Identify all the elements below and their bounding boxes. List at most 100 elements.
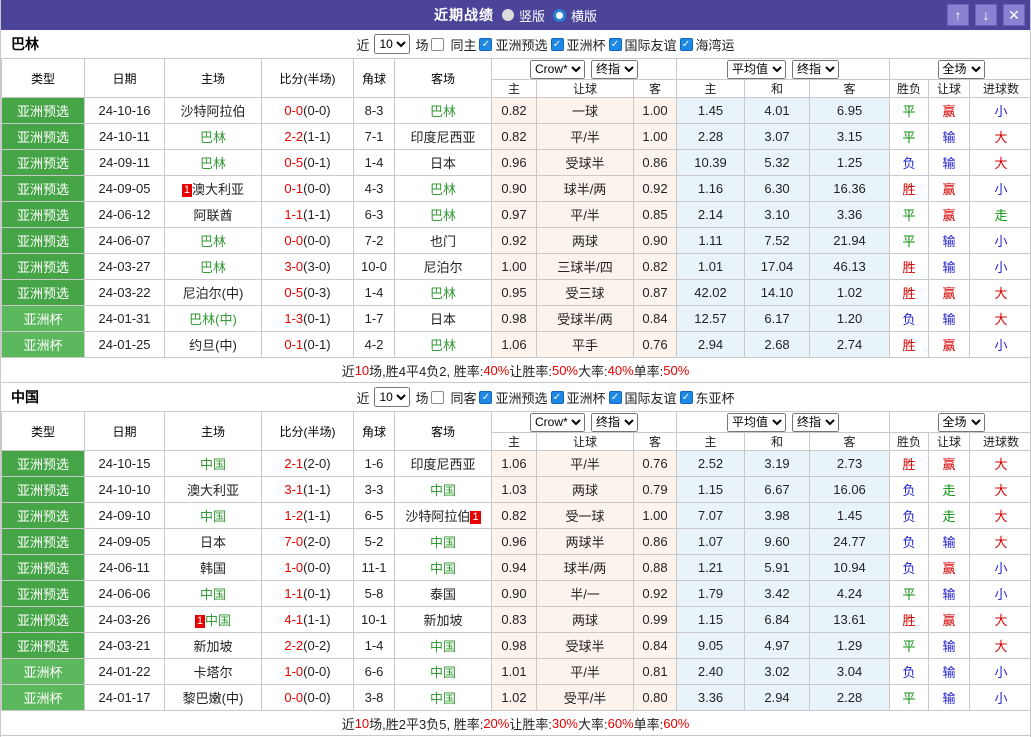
match-row: 亚洲预选 24-09-11 巴林 0-5(0-1) 1-4 日本 0.96 受球半 0.86 10… (1, 149, 1030, 176)
handicap-line-cell: 一球 (536, 97, 634, 124)
handicap-result-cell: 输 (928, 684, 971, 711)
score-cell: 2-2(1-1) (261, 123, 354, 150)
league-checkbox[interactable]: ✓ (608, 37, 622, 51)
match-row: 亚洲杯 24-01-22 卡塔尔 1-0(0-0) 6-6 中国 1.01 平/半 0.81 2.… (1, 658, 1030, 685)
away-team-name: 巴林 (429, 208, 456, 223)
avg-dropdown-group: 平均值 终指 (676, 411, 891, 433)
league-checkbox[interactable]: ✓ (679, 37, 693, 51)
avg-stage-select[interactable]: 终指 (792, 59, 840, 79)
odds-home-cell: 0.90 (491, 175, 537, 202)
avg-draw-cell: 7.52 (744, 227, 811, 254)
fulltime-score: 1-0 (284, 560, 304, 575)
halftime-score: (0-0) (303, 103, 331, 118)
move-down-button[interactable]: ↓ (975, 4, 997, 26)
home-team-cell: 尼泊尔(中) (164, 279, 262, 306)
vertical-layout-radio[interactable] (501, 9, 514, 21)
avg-stage-select[interactable]: 终指 (792, 412, 840, 432)
sub-column-header: 主 (676, 432, 746, 451)
score-cell: 1-1(1-1) (261, 201, 354, 228)
same-venue-checkbox[interactable] (431, 390, 445, 404)
away-team-cell: 中国 (394, 554, 492, 581)
avg-type-select[interactable]: 平均值 (727, 59, 787, 79)
avg-away-cell: 13.61 (809, 606, 891, 633)
home-team-cell: 阿联酋 (164, 201, 262, 228)
fulltime-score: 1-2 (284, 508, 304, 523)
halftime-score: (1-1) (303, 482, 331, 497)
date-cell: 24-09-11 (84, 149, 165, 176)
avg-type-select[interactable]: 平均值 (727, 412, 787, 432)
date-cell: 24-06-07 (84, 227, 165, 254)
score-cell: 0-1(0-1) (261, 331, 354, 358)
league-checkbox[interactable]: ✓ (479, 390, 493, 404)
league-checkbox[interactable]: ✓ (479, 37, 493, 51)
home-team-cell: 黎巴嫩(中) (164, 684, 262, 711)
goals-result-cell: 大 (969, 476, 1030, 503)
close-button[interactable]: ✕ (1003, 4, 1025, 26)
odds-dropdown-group: Crow* 终指 (490, 411, 678, 433)
score-cell: 1-1(0-1) (261, 580, 354, 607)
odds-stage-select[interactable]: 终指 (591, 59, 638, 79)
league-checkbox-label: 国际友谊 (624, 37, 677, 53)
same-venue-checkbox[interactable] (431, 37, 445, 51)
match-count-select[interactable]: 10 (374, 34, 411, 54)
avg-away-cell: 46.13 (809, 253, 891, 280)
home-team-name: 中国 (205, 613, 232, 628)
summary-text: 让胜率: (509, 716, 552, 732)
handicap-result-cell: 输 (928, 632, 971, 659)
home-team-cell: 1 澳大利亚 (164, 175, 262, 202)
horizontal-layout-radio[interactable] (553, 8, 566, 22)
avg-draw-cell: 2.94 (744, 684, 811, 711)
avg-draw-cell: 3.02 (744, 658, 811, 685)
odds-provider-select[interactable]: Crow* (530, 412, 585, 432)
away-team-cell: 印度尼西亚 (394, 123, 492, 150)
avg-away-cell: 2.73 (809, 450, 891, 477)
avg-away-cell: 16.36 (809, 175, 891, 202)
odds-away-cell: 1.00 (632, 502, 678, 529)
vertical-layout-label: 竖版 (518, 8, 545, 24)
match-count-select[interactable]: 10 (374, 387, 411, 407)
sub-column-header: 主 (491, 432, 537, 451)
result-cell: 胜 (889, 175, 930, 202)
avg-away-cell: 3.04 (809, 658, 891, 685)
halftime-score: (1-1) (303, 129, 331, 144)
avg-draw-cell: 6.67 (744, 476, 811, 503)
handicap-line-cell: 两球 (536, 606, 634, 633)
odds-away-cell: 0.90 (632, 227, 678, 254)
move-up-button[interactable]: ↑ (947, 4, 969, 26)
filter-controls: 近 10 场同主 ✓ 亚洲预选 ✓ 亚洲杯 ✓ 国际友谊 ✓ 海湾运 (356, 34, 735, 54)
odds-stage-select[interactable]: 终指 (591, 412, 638, 432)
score-cell: 0-0(0-0) (261, 684, 354, 711)
fulltime-score: 0-5 (284, 155, 304, 170)
handicap-result-cell: 输 (928, 149, 971, 176)
scope-dropdown-group: 全场 (889, 58, 1030, 80)
odds-provider-select[interactable]: Crow* (530, 59, 585, 79)
away-team-name: 中国 (429, 535, 456, 550)
halftime-score: (0-2) (303, 638, 331, 653)
league-checkbox[interactable]: ✓ (550, 390, 564, 404)
fulltime-score: 0-0 (284, 103, 304, 118)
scope-select[interactable]: 全场 (937, 59, 985, 79)
score-cell: 0-5(0-1) (261, 149, 354, 176)
date-cell: 24-03-26 (84, 606, 165, 633)
avg-away-cell: 2.74 (809, 331, 891, 358)
league-checkbox[interactable]: ✓ (608, 390, 622, 404)
scope-select[interactable]: 全场 (937, 412, 985, 432)
result-cell: 平 (889, 123, 930, 150)
home-team-cell: 新加坡 (164, 632, 262, 659)
goals-result-cell: 大 (969, 606, 1030, 633)
section-filter-bar: 中国近 10 场同客 ✓ 亚洲预选 ✓ 亚洲杯 ✓ 国际友谊 ✓ 东亚杯 (1, 383, 1030, 411)
match-type-badge: 亚洲杯 (1, 658, 85, 685)
avg-draw-cell: 3.42 (744, 580, 811, 607)
away-team-cell: 巴林 (394, 279, 492, 306)
layout-radio-horizontal-group: 横版 (553, 6, 597, 25)
league-checkbox[interactable]: ✓ (679, 390, 693, 404)
league-checkbox[interactable]: ✓ (550, 37, 564, 51)
corner-cell: 6-3 (353, 201, 395, 228)
away-team-name: 巴林 (429, 286, 456, 301)
summary-text: 近 (341, 716, 355, 732)
odds-away-cell: 0.99 (632, 606, 678, 633)
handicap-line-cell: 三球半/四 (536, 253, 634, 280)
summary-text: 50% (551, 362, 578, 378)
odds-home-cell: 1.02 (491, 684, 537, 711)
column-header: 日期 (84, 58, 165, 98)
